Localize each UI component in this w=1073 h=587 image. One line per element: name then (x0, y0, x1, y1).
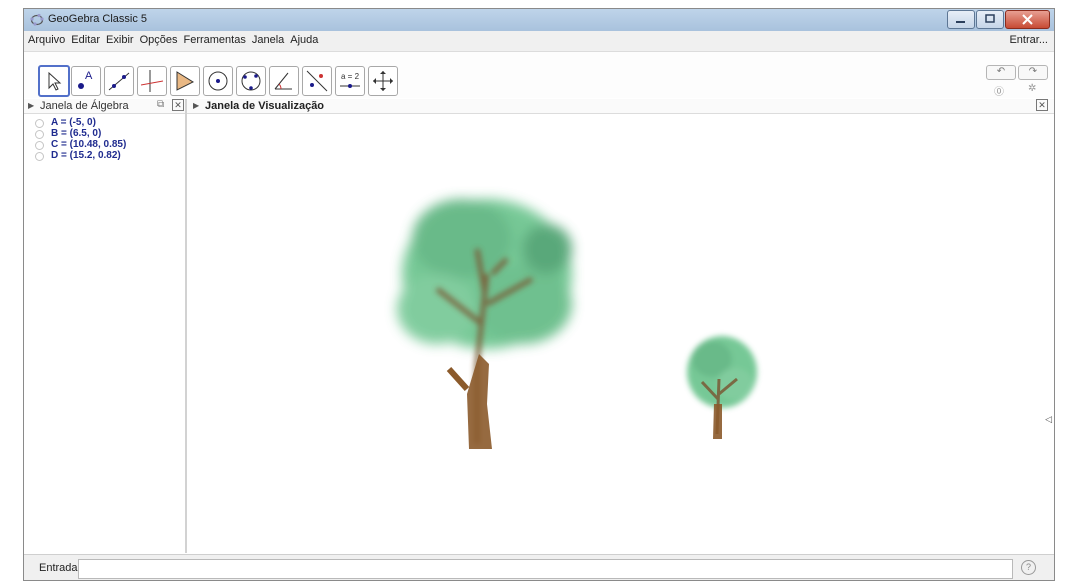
restore-icon (985, 14, 995, 23)
menu-bar: Arquivo Editar Exibir Opções Ferramentas Jane… (24, 31, 1054, 52)
move-tool[interactable] (38, 65, 70, 97)
small-tree-image (687, 336, 757, 439)
move-cross-icon (373, 71, 393, 91)
close-view-icon[interactable]: ✕ (1036, 99, 1048, 111)
login-link[interactable]: Entrar... (1009, 34, 1048, 46)
point-tool[interactable]: A (71, 66, 101, 96)
line-tool[interactable] (104, 66, 134, 96)
polygon-tool[interactable] (170, 66, 200, 96)
close-button[interactable] (1005, 10, 1050, 29)
slider-icon: a = 2 (340, 72, 360, 88)
point-A-icon: A (78, 70, 93, 89)
input-help-icon[interactable]: ? (1021, 560, 1036, 575)
undo-icon: ↶ (996, 66, 1006, 77)
large-tree-image (397, 199, 572, 449)
graphics-view-header: ▶ Janela de Visualização ✕ (187, 99, 1054, 114)
close-view-icon[interactable]: ✕ (172, 99, 184, 111)
perpendicular-line-tool[interactable] (137, 66, 167, 96)
collapse-arrow-icon[interactable]: ▶ (193, 101, 199, 110)
window-title: GeoGebra Classic 5 (48, 13, 148, 25)
redo-icon: ↷ (1028, 66, 1038, 77)
collapse-arrow-icon[interactable]: ▶ (28, 101, 34, 110)
menu-items: Arquivo Editar Exibir Opções Ferramentas Jane… (28, 34, 324, 46)
move-graphics-view-tool[interactable] (368, 66, 398, 96)
settings-gear-icon[interactable]: ✲ (1028, 83, 1036, 94)
toolbar: A a = 2 ↶ ↷ ⓪ ✲ (24, 52, 1054, 98)
tree-drawings (397, 199, 757, 449)
algebra-view-title: Janela de Álgebra (40, 100, 129, 112)
menu-item-arquivo[interactable]: Arquivo (28, 34, 65, 46)
minimize-button[interactable] (947, 10, 975, 29)
line-icon (108, 72, 130, 91)
close-icon (1022, 14, 1033, 25)
graphics-view-title: Janela de Visualização (205, 100, 325, 112)
algebra-view-header: ▶ Janela de Álgebra ⧉ ✕ (24, 99, 186, 114)
redo-button[interactable]: ↷ (1018, 65, 1048, 80)
visibility-toggle[interactable] (35, 119, 44, 128)
minimize-icon (956, 21, 965, 23)
slider-tool[interactable]: a = 2 (335, 66, 365, 96)
graphics-view-canvas[interactable]: ◁ (187, 114, 1054, 554)
algebra-item-label: B = (6.5, 0) (51, 128, 102, 139)
geogebra-window: GeoGebra Classic 5 Arquivo Editar Exibir Op… (23, 8, 1055, 581)
help-icon[interactable]: ⓪ (994, 83, 1004, 98)
algebra-item-label: D = (15.2, 0.82) (51, 150, 121, 161)
menu-item-editar[interactable]: Editar (71, 34, 100, 46)
input-label: Entrada: (39, 562, 81, 574)
polygon-icon (176, 71, 195, 91)
undock-icon[interactable]: ⧉ (157, 99, 164, 110)
expand-panel-arrow-icon[interactable]: ◁ (1045, 414, 1052, 425)
menu-item-janela[interactable]: Janela (252, 34, 284, 46)
undo-button[interactable]: ↶ (986, 65, 1016, 80)
algebra-item-label: A = (-5, 0) (51, 117, 96, 128)
visibility-toggle[interactable] (35, 141, 44, 150)
visibility-toggle[interactable] (35, 152, 44, 161)
title-bar: GeoGebra Classic 5 (24, 9, 1054, 31)
circle-three-points-tool[interactable] (236, 66, 266, 96)
maximize-button[interactable] (976, 10, 1004, 29)
circle-icon (208, 71, 228, 91)
reflect-line-icon (306, 70, 328, 92)
menu-item-exibir[interactable]: Exibir (106, 34, 134, 46)
input-bar: Entrada: ? (24, 554, 1054, 580)
algebra-item-label: C = (10.48, 0.85) (51, 139, 127, 150)
geogebra-logo-icon (30, 13, 44, 26)
input-field[interactable] (78, 559, 1013, 579)
slider-label: a = 2 (341, 72, 360, 81)
menu-item-opções[interactable]: Opções (140, 34, 178, 46)
angle-icon (274, 72, 292, 90)
perpendicular-icon (140, 70, 164, 92)
arrow-cursor-icon (48, 71, 62, 91)
angle-tool[interactable] (269, 66, 299, 96)
visibility-toggle[interactable] (35, 130, 44, 139)
menu-item-ferramentas[interactable]: Ferramentas (183, 34, 245, 46)
svg-text:A: A (85, 70, 93, 82)
circle-center-point-tool[interactable] (203, 66, 233, 96)
window-controls (946, 10, 1050, 29)
menu-item-ajuda[interactable]: Ajuda (290, 34, 318, 46)
circle-three-points-icon (241, 71, 261, 91)
reflect-tool[interactable] (302, 66, 332, 96)
